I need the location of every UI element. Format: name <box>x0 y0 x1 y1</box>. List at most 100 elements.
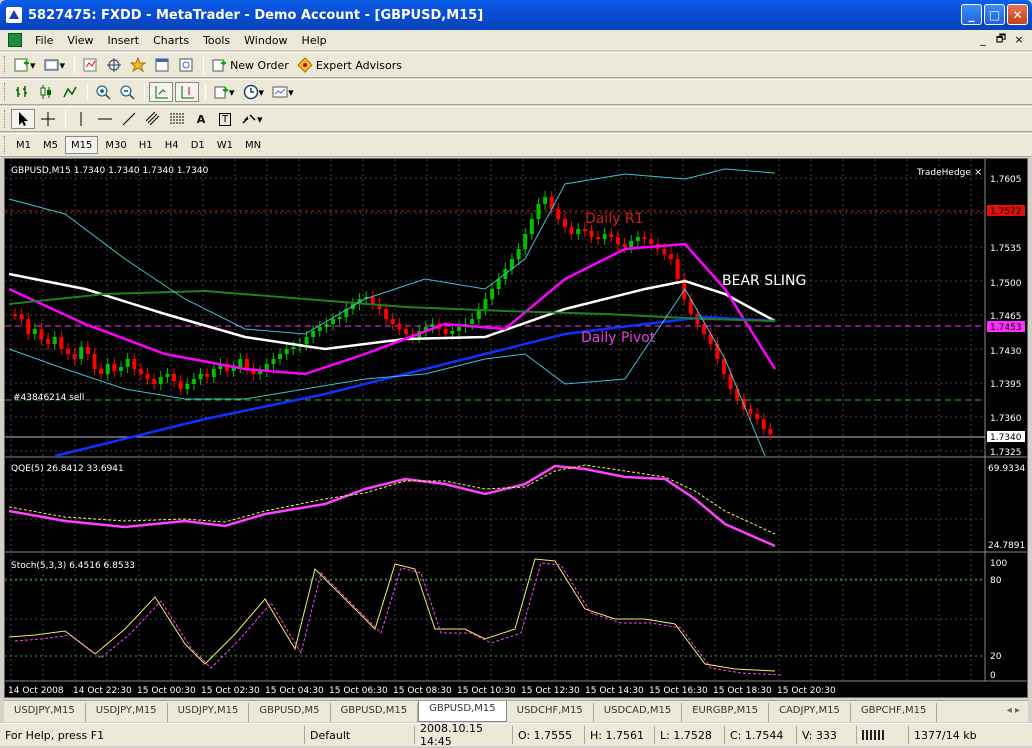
timeframe-m15-button[interactable]: M15 <box>65 136 99 154</box>
chart-shift-button[interactable] <box>175 82 199 102</box>
zoom-in-button[interactable] <box>92 82 114 102</box>
candle-body <box>165 374 170 377</box>
minimize-button[interactable]: _ <box>961 4 982 25</box>
chart-tab[interactable]: GBPCHF,M15 <box>851 703 938 722</box>
profiles-button[interactable]: ▾ <box>41 55 69 75</box>
connection-status <box>856 726 908 744</box>
arrows-button[interactable]: ▾ <box>238 109 266 129</box>
text-tool-button[interactable]: A <box>190 109 212 129</box>
data-window-button[interactable] <box>103 55 125 75</box>
text-label-tool: T <box>218 112 232 126</box>
tab-scroll-arrows[interactable]: ◂ ▸ <box>1007 705 1020 716</box>
chart-tab[interactable]: USDJPY,M15 <box>168 703 250 722</box>
candle-body <box>589 231 594 237</box>
chart-tab[interactable]: USDJPY,M15 <box>4 703 86 722</box>
status-high: H: 1.7561 <box>584 726 654 744</box>
strategy-tester-button[interactable] <box>175 55 197 75</box>
chart-tab[interactable]: USDCHF,M15 <box>507 703 594 722</box>
timeframe-d1-button[interactable]: D1 <box>186 136 210 154</box>
templates-button[interactable]: ▾ <box>269 82 297 102</box>
menu-charts[interactable]: Charts <box>146 34 196 47</box>
new-chart-button[interactable]: ▾ <box>11 55 39 75</box>
periods-button[interactable]: ▾ <box>240 82 268 102</box>
timeframe-m1-button[interactable]: M1 <box>11 136 36 154</box>
bar-chart-icon <box>16 86 27 97</box>
timeframe-m5-button[interactable]: M5 <box>38 136 63 154</box>
bar-chart-button[interactable] <box>11 82 33 102</box>
chart-window[interactable]: GBPUSD,M15 1.7340 1.7340 1.7340 1.7340 T… <box>4 158 1028 698</box>
auto-scroll-button[interactable] <box>149 82 173 102</box>
text-label-button[interactable]: T <box>214 109 236 129</box>
maximize-button[interactable]: □ <box>984 4 1005 25</box>
toolbar-grip[interactable] <box>4 56 7 74</box>
chart-tab[interactable]: GBPUSD,M15 <box>331 703 419 722</box>
timeframe-h4-button[interactable]: H4 <box>160 136 184 154</box>
candle-body <box>132 359 137 369</box>
candle-body <box>370 297 375 304</box>
indicators-button[interactable]: ▾ <box>210 82 238 102</box>
trendline-button[interactable] <box>118 109 140 129</box>
horizontal-line-icon <box>98 118 112 120</box>
menu-view[interactable]: View <box>60 34 100 47</box>
candle-body <box>755 414 760 419</box>
toolbar-grip[interactable] <box>4 110 7 128</box>
navigator-star-icon <box>130 57 147 73</box>
line-chart-button[interactable] <box>59 82 81 102</box>
magenta-moving-average <box>8 242 777 376</box>
timeframe-m30-button[interactable]: M30 <box>100 136 131 154</box>
chart-tab[interactable]: GBPUSD,M5 <box>249 703 331 722</box>
tradehedge-close-icon[interactable]: × <box>974 167 982 178</box>
navigator-button[interactable] <box>127 55 149 75</box>
candle-body <box>72 354 77 359</box>
menu-help[interactable]: Help <box>295 34 334 47</box>
timeframe-w1-button[interactable]: W1 <box>212 136 238 154</box>
chart-tab[interactable]: EURGBP,M15 <box>682 703 769 722</box>
market-watch-icon <box>83 58 97 72</box>
terminal-button[interactable] <box>151 55 173 75</box>
candle-body <box>152 379 157 384</box>
new-order-button[interactable]: New Order <box>208 55 292 75</box>
candle-body <box>324 324 329 327</box>
chart-tab[interactable]: USDJPY,M15 <box>86 703 168 722</box>
timeframe-mn-button[interactable]: MN <box>240 136 266 154</box>
candle-body <box>450 331 455 334</box>
candle-body <box>443 329 448 334</box>
chart-tab[interactable]: USDCAD,M15 <box>594 703 683 722</box>
chart-tab-active[interactable]: GBPUSD,M15 <box>418 701 507 722</box>
candle-body <box>562 219 567 227</box>
chart-tab[interactable]: CADJPY,M15 <box>769 703 851 722</box>
equidistant-channel-button[interactable] <box>142 109 164 129</box>
timeframe-h1-button[interactable]: H1 <box>134 136 158 154</box>
cursor-button[interactable] <box>11 109 35 129</box>
mdi-close-button[interactable]: × <box>1012 32 1026 46</box>
status-help: For Help, press F1 <box>5 728 105 742</box>
fibonacci-button[interactable] <box>166 109 188 129</box>
cursor-arrow-icon <box>19 112 28 126</box>
mdi-minimize-button[interactable]: _ <box>976 32 990 46</box>
toolbar-grip[interactable] <box>4 83 7 101</box>
menu-file[interactable]: File <box>28 34 60 47</box>
title-bar: 5827475: FXDD - MetaTrader - Demo Accoun… <box>0 0 1032 30</box>
horizontal-line-button[interactable] <box>94 109 116 129</box>
candle-body <box>52 337 57 344</box>
zoom-out-button[interactable] <box>116 82 138 102</box>
toolbar-grip[interactable] <box>4 136 7 154</box>
candle-body <box>397 324 402 329</box>
menu-window[interactable]: Window <box>237 34 294 47</box>
candle-body <box>735 389 740 399</box>
market-watch-button[interactable] <box>79 55 101 75</box>
candle-body <box>145 374 150 379</box>
menu-tools[interactable]: Tools <box>196 34 237 47</box>
window-controls: _ □ ✕ <box>961 4 1028 25</box>
candle-body <box>430 324 435 327</box>
close-button[interactable]: ✕ <box>1007 4 1028 25</box>
vertical-line-button[interactable] <box>70 109 92 129</box>
menu-insert[interactable]: Insert <box>101 34 147 47</box>
price-chart-canvas[interactable]: GBPUSD,M15 1.7340 1.7340 1.7340 1.7340 T… <box>5 159 1027 697</box>
crosshair-button[interactable] <box>37 109 59 129</box>
candle-body <box>304 337 309 344</box>
expert-advisors-button[interactable]: Expert Advisors <box>294 55 405 75</box>
mdi-restore-button[interactable]: 🗗 <box>994 32 1008 46</box>
candlestick-button[interactable] <box>35 82 57 102</box>
chart-document-icon[interactable] <box>8 33 22 47</box>
